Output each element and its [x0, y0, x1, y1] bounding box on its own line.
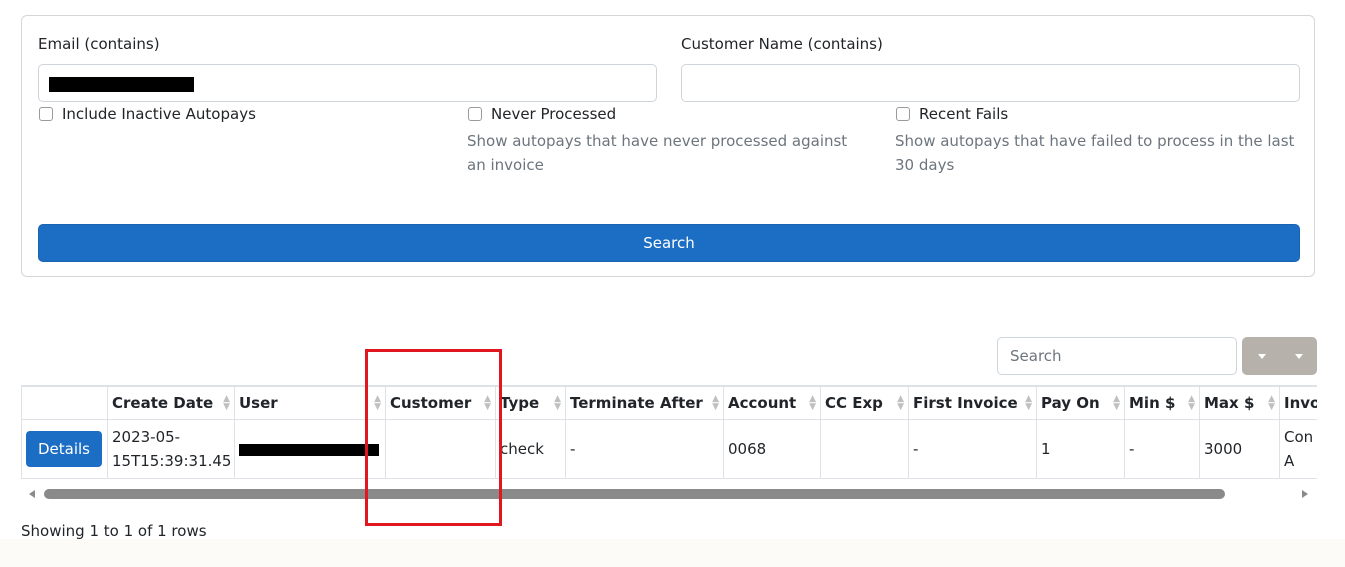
include-inactive-checkbox[interactable] — [39, 107, 53, 121]
page-bottom-area — [0, 539, 1345, 567]
email-value-redaction — [49, 77, 194, 92]
include-inactive-label: Include Inactive Autopays — [62, 105, 256, 123]
col-label: Max $ — [1204, 394, 1255, 412]
recent-fails-label: Recent Fails — [919, 105, 1009, 123]
cell-cc-exp — [820, 419, 909, 479]
cell-create-date: 2023-05-15T15:39:31.45 — [107, 419, 235, 479]
col-header-max[interactable]: Max $ ▲ ▼ — [1199, 386, 1280, 420]
sort-icon: ▲ ▼ — [1188, 394, 1195, 412]
col-label: Min $ — [1129, 394, 1176, 412]
recent-fails-help: Show autopays that have failed to proces… — [895, 132, 1295, 174]
sort-icon: ▲ ▼ — [223, 394, 230, 412]
email-label: Email (contains) — [38, 35, 160, 53]
col-header-actions — [21, 386, 108, 420]
table-search-input[interactable]: Search — [997, 337, 1237, 375]
col-header-create-date[interactable]: Create Date ▲ ▼ — [107, 386, 235, 420]
customer-column-highlight — [365, 349, 502, 526]
cell-terminate-after: - — [565, 419, 724, 479]
col-header-cc-exp[interactable]: CC Exp ▲ ▼ — [820, 386, 909, 420]
col-header-type[interactable]: Type ▲ ▼ — [495, 386, 566, 420]
col-header-invoice[interactable]: Invo — [1279, 386, 1317, 420]
horizontal-scrollbar[interactable] — [21, 486, 1317, 502]
sort-icon: ▲ ▼ — [712, 394, 719, 412]
cell-actions: Details — [21, 419, 108, 479]
scroll-left-icon[interactable] — [29, 490, 35, 498]
autopay-table: Create Date ▲ ▼ User ▲ ▼ Customer ▲ ▼ Type ▲ ▼ T… — [21, 385, 1317, 486]
never-processed-help: Show autopays that have never processed … — [467, 132, 848, 174]
sort-icon: ▲ ▼ — [1113, 394, 1120, 412]
col-label: Type — [500, 394, 540, 412]
scroll-right-icon[interactable] — [1302, 490, 1308, 498]
recent-fails-checkbox[interactable] — [896, 107, 910, 121]
customer-name-input[interactable] — [681, 64, 1300, 102]
col-header-min[interactable]: Min $ ▲ ▼ — [1124, 386, 1200, 420]
table-toolbar-buttons — [1242, 337, 1317, 375]
sort-icon: ▲ ▼ — [1268, 394, 1275, 412]
col-label: First Invoice — [913, 394, 1018, 412]
col-header-user[interactable]: User ▲ ▼ — [234, 386, 386, 420]
col-header-account[interactable]: Account ▲ ▼ — [723, 386, 821, 420]
cell-first-invoice: - — [908, 419, 1037, 479]
cell-user — [234, 419, 386, 479]
search-button[interactable]: Search — [38, 224, 1300, 262]
email-input[interactable] — [38, 64, 657, 102]
col-label: Account — [728, 394, 797, 412]
columns-dropdown-icon[interactable] — [1258, 354, 1266, 359]
table-row: Details 2023-05-15T15:39:31.45 check - 0… — [21, 419, 1317, 479]
col-label: CC Exp — [825, 394, 883, 412]
pagination-info: Showing 1 to 1 of 1 rows — [21, 522, 207, 540]
col-label: Pay On — [1041, 394, 1100, 412]
sort-icon: ▲ ▼ — [897, 394, 904, 412]
never-processed-label: Never Processed — [491, 105, 617, 123]
cell-pay-on: 1 — [1036, 419, 1125, 479]
never-processed-checkbox[interactable] — [468, 107, 482, 121]
user-redaction — [239, 443, 379, 456]
col-label: User — [239, 394, 278, 412]
col-label: Invo — [1284, 394, 1317, 412]
col-header-terminate-after[interactable]: Terminate After ▲ ▼ — [565, 386, 724, 420]
cell-invoice: Con SO, A — [1279, 419, 1317, 479]
export-dropdown-icon[interactable] — [1295, 354, 1303, 359]
col-label: Terminate After — [570, 394, 703, 412]
table-header-row: Create Date ▲ ▼ User ▲ ▼ Customer ▲ ▼ Type ▲ ▼ T… — [21, 386, 1317, 420]
scrollbar-thumb[interactable] — [44, 489, 1225, 499]
col-header-pay-on[interactable]: Pay On ▲ ▼ — [1036, 386, 1125, 420]
sort-icon: ▲ ▼ — [554, 394, 561, 412]
cell-max: 3000 — [1199, 419, 1280, 479]
col-header-first-invoice[interactable]: First Invoice ▲ ▼ — [908, 386, 1037, 420]
cell-account: 0068 — [723, 419, 821, 479]
col-label: Create Date — [112, 394, 214, 412]
customer-name-label: Customer Name (contains) — [681, 35, 883, 53]
cell-type: check — [495, 419, 566, 479]
sort-icon: ▲ ▼ — [1025, 394, 1032, 412]
filter-card: Email (contains) Customer Name (contains… — [21, 15, 1315, 277]
cell-min: - — [1124, 419, 1200, 479]
sort-icon: ▲ ▼ — [809, 394, 816, 412]
details-button[interactable]: Details — [26, 431, 103, 467]
